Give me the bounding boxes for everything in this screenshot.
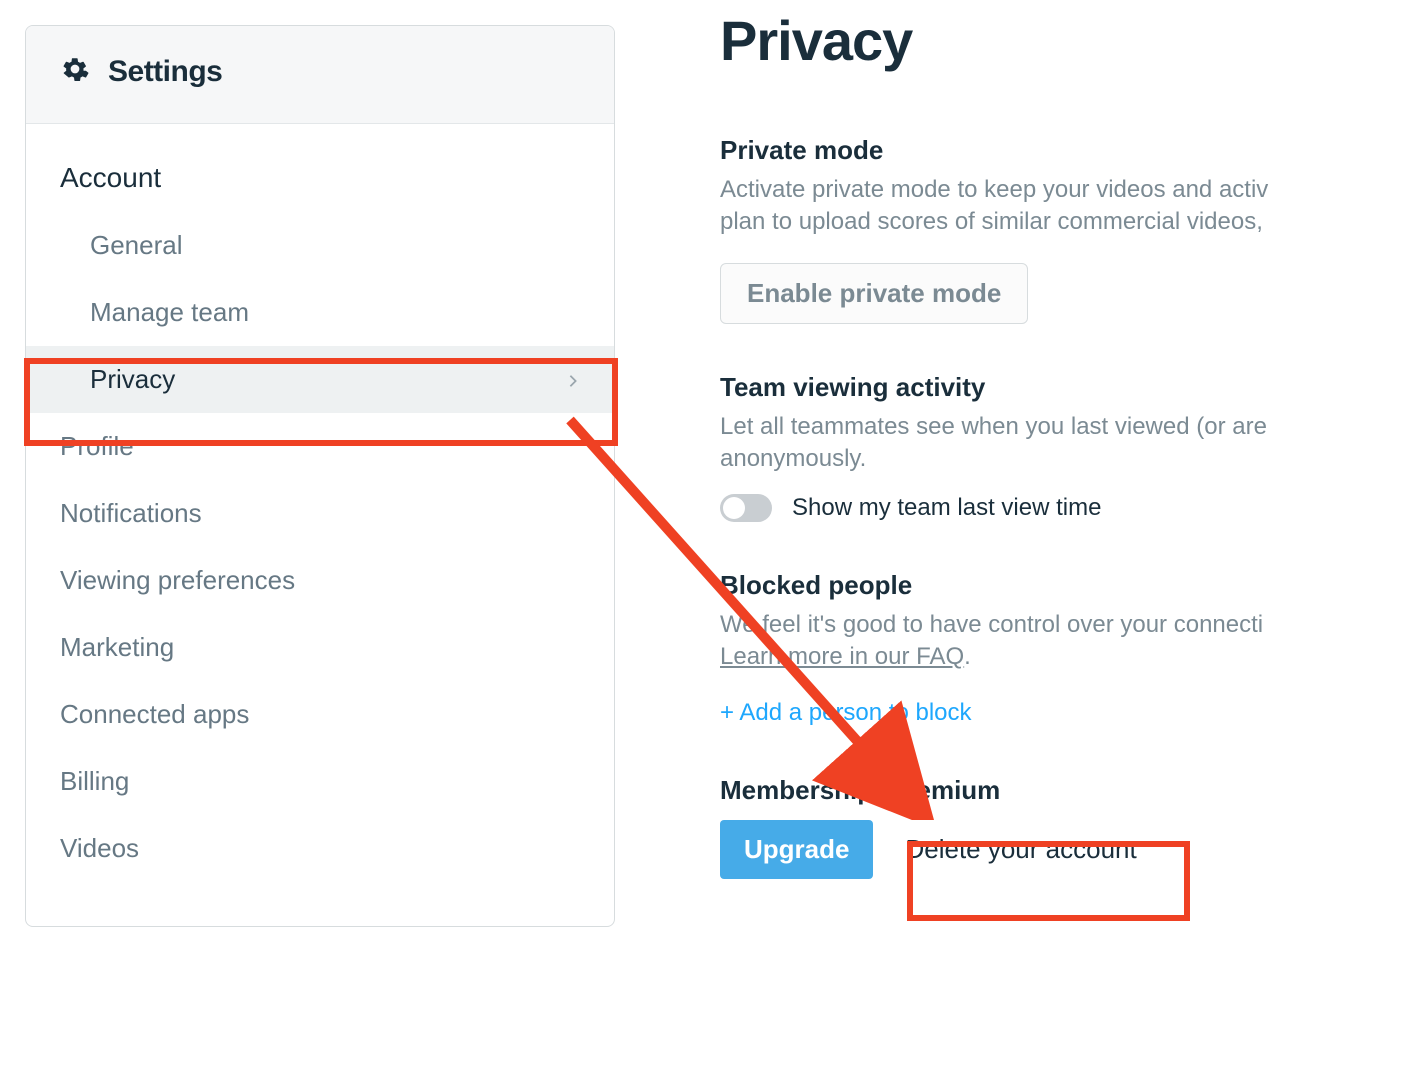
- add-block-link[interactable]: + Add a person to block: [720, 699, 972, 727]
- gear-icon: [60, 54, 90, 89]
- private-mode-section: Private mode Activate private mode to ke…: [720, 135, 1412, 324]
- blocked-desc: We feel it's good to have control over y…: [720, 609, 1412, 641]
- faq-link[interactable]: Learn more in our FAQ: [720, 643, 964, 670]
- sidebar-item-label: Manage team: [90, 297, 249, 328]
- sidebar-title: Settings: [108, 55, 222, 89]
- show-team-last-view-toggle[interactable]: [720, 494, 772, 522]
- toggle-knob: [723, 497, 745, 519]
- blocked-heading: Blocked people: [720, 570, 1412, 601]
- page-title: Privacy: [720, 8, 1412, 73]
- delete-account-link[interactable]: Delete your account: [887, 820, 1154, 879]
- sidebar-item-videos[interactable]: Videos: [26, 815, 614, 882]
- team-activity-desc: Let all teammates see when you last view…: [720, 411, 1412, 443]
- team-activity-desc2: anonymously.: [720, 443, 1412, 475]
- private-mode-desc2: plan to upload scores of similar commerc…: [720, 206, 1412, 238]
- sidebar-section-account[interactable]: Account: [26, 124, 614, 212]
- private-mode-heading: Private mode: [720, 135, 1412, 166]
- sidebar-item-billing[interactable]: Billing: [26, 748, 614, 815]
- sidebar-item-viewing-preferences[interactable]: Viewing preferences: [26, 547, 614, 614]
- sidebar-item-general[interactable]: General: [26, 212, 614, 279]
- sidebar-item-connected-apps[interactable]: Connected apps: [26, 681, 614, 748]
- blocked-people-section: Blocked people We feel it's good to have…: [720, 570, 1412, 728]
- team-activity-heading: Team viewing activity: [720, 372, 1412, 403]
- membership-section: Membership: Premium Upgrade Delete your …: [720, 775, 1412, 879]
- team-activity-section: Team viewing activity Let all teammates …: [720, 372, 1412, 522]
- upgrade-button[interactable]: Upgrade: [720, 820, 873, 879]
- toggle-label: Show my team last view time: [792, 494, 1101, 522]
- sidebar-item-marketing[interactable]: Marketing: [26, 614, 614, 681]
- membership-heading: Membership: Premium: [720, 775, 1412, 806]
- sidebar-item-label: General: [90, 230, 183, 261]
- sidebar-item-notifications[interactable]: Notifications: [26, 480, 614, 547]
- sidebar-item-profile[interactable]: Profile: [26, 413, 614, 480]
- chevron-right-icon: [566, 364, 580, 395]
- sidebar-item-label: Privacy: [90, 364, 175, 395]
- sidebar-item-manage-team[interactable]: Manage team: [26, 279, 614, 346]
- enable-private-mode-button[interactable]: Enable private mode: [720, 263, 1028, 324]
- settings-sidebar: Settings Account General Manage team Pri…: [25, 25, 615, 927]
- private-mode-desc: Activate private mode to keep your video…: [720, 174, 1412, 206]
- sidebar-item-privacy[interactable]: Privacy: [26, 346, 614, 413]
- sidebar-header: Settings: [26, 26, 614, 124]
- main-content: Privacy Private mode Activate private mo…: [615, 0, 1412, 927]
